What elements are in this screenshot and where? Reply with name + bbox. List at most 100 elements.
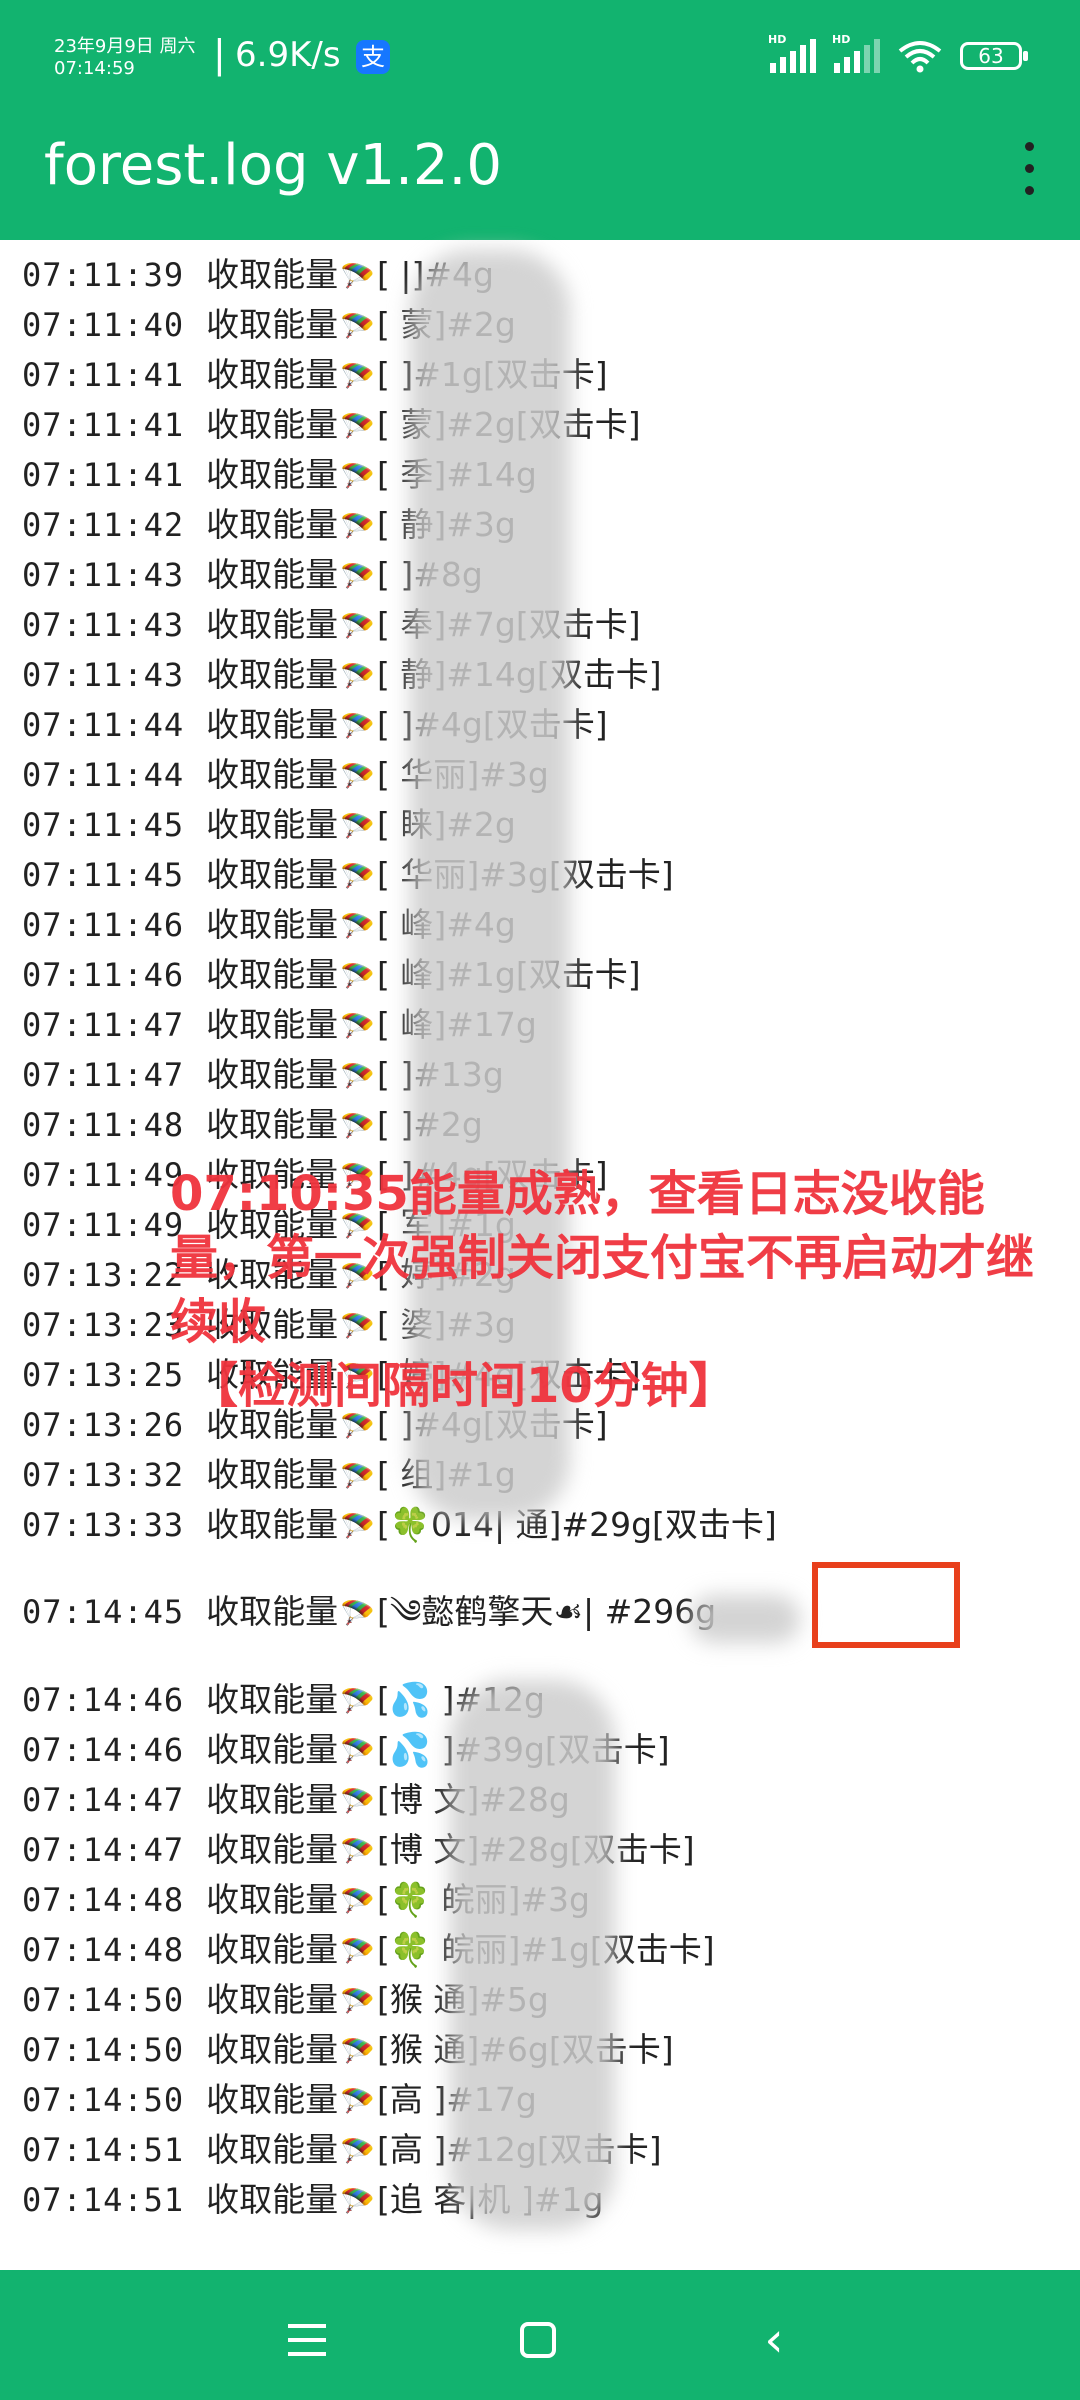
log-action: 收取能量 xyxy=(206,855,339,894)
network-speed: 6.9K/s xyxy=(235,35,341,75)
parachute-icon: 🪂 xyxy=(340,510,375,543)
log-time: 07:11:44 xyxy=(22,706,185,744)
log-time: 07:11:41 xyxy=(22,406,185,444)
parachute-icon: 🪂 xyxy=(340,1685,375,1718)
log-time: 07:14:47 xyxy=(22,1781,185,1819)
log-action: 收取能量 xyxy=(206,405,339,444)
parachute-icon: 🪂 xyxy=(340,760,375,793)
parachute-icon: 🪂 xyxy=(340,310,375,343)
status-time: 07:14:59 xyxy=(54,58,135,79)
log-action: 收取能量 xyxy=(206,455,339,494)
status-separator: | xyxy=(213,32,226,76)
parachute-icon: 🪂 xyxy=(340,1935,375,1968)
log-time: 07:13:23 xyxy=(22,1306,185,1344)
home-button[interactable] xyxy=(520,2322,556,2358)
alipay-notification-icon: 支 xyxy=(356,40,390,74)
log-action: 收取能量 xyxy=(206,1055,339,1094)
parachute-icon: 🪂 xyxy=(340,360,375,393)
status-right-icons: HD HD 63 xyxy=(768,33,1028,76)
log-line: 07:14:45 收取能量🪂[༄懿鹤擎天☙| #296g xyxy=(22,1587,716,1637)
more-options-button[interactable] xyxy=(998,132,1058,204)
log-time: 07:11:46 xyxy=(22,956,185,994)
red-annotation: 07:10:35能量成熟，查看日志没收能量，第一次强制关闭支付宝不再启动才继续收… xyxy=(170,1162,1050,1418)
log-action: 收取能量 xyxy=(206,1780,339,1819)
log-time: 07:13:22 xyxy=(22,1256,185,1294)
parachute-icon: 🪂 xyxy=(340,1010,375,1043)
log-time: 07:14:47 xyxy=(22,1831,185,1869)
log-time: 07:11:44 xyxy=(22,756,185,794)
log-time: 07:14:50 xyxy=(22,1981,185,2019)
log-time: 07:11:46 xyxy=(22,906,185,944)
parachute-icon: 🪂 xyxy=(340,860,375,893)
recent-apps-button[interactable] xyxy=(276,2310,336,2370)
log-action: 收取能量 xyxy=(206,505,339,544)
parachute-icon: 🪂 xyxy=(340,560,375,593)
parachute-icon: 🪂 xyxy=(340,1985,375,2018)
log-action: 收取能量 xyxy=(206,305,339,344)
status-bar: 23年9月9日 周六 07:14:59 | 6.9K/s 支 HD HD 63 xyxy=(0,0,1080,96)
log-action: 收取能量 xyxy=(206,1980,339,2019)
log-time: 07:11:40 xyxy=(22,306,185,344)
log-action: 收取能量 xyxy=(206,1730,339,1769)
log-action: 收取能量 xyxy=(206,255,339,294)
log-action: 收取能量 xyxy=(206,555,339,594)
log-action: 收取能量 xyxy=(206,1592,339,1631)
battery-icon: 63 xyxy=(960,42,1028,70)
parachute-icon: 🪂 xyxy=(340,460,375,493)
annotation-text: 07:10:35能量成熟，查看日志没收能量，第一次强制关闭支付宝不再启动才继续收 xyxy=(170,1166,1035,1350)
parachute-icon: 🪂 xyxy=(340,2085,375,2118)
log-time: 07:11:49 xyxy=(22,1206,185,1244)
parachute-icon: 🪂 xyxy=(340,1785,375,1818)
log-line: 07:13:33 收取能量🪂[🍀014| 通]#29g[双击卡] xyxy=(22,1500,777,1550)
log-time: 07:11:47 xyxy=(22,1056,185,1094)
status-date: 23年9月9日 周六 xyxy=(54,36,196,57)
menu-icon xyxy=(288,2324,326,2328)
log-action: 收取能量 xyxy=(206,2130,339,2169)
parachute-icon: 🪂 xyxy=(340,1060,375,1093)
back-button[interactable]: ‹ xyxy=(744,2310,804,2370)
log-time: 07:13:32 xyxy=(22,1456,185,1494)
annotation-subtext: 【检测间隔时间10分钟】 xyxy=(190,1358,737,1414)
log-time: 07:11:43 xyxy=(22,556,185,594)
navigation-bar: ‹ xyxy=(0,2270,1080,2400)
log-action: 收取能量 xyxy=(206,805,339,844)
highlight-box xyxy=(812,1562,960,1648)
parachute-icon: 🪂 xyxy=(340,2035,375,2068)
log-action: 收取能量 xyxy=(206,905,339,944)
log-time: 07:14:48 xyxy=(22,1881,185,1919)
log-time: 07:13:33 xyxy=(22,1506,185,1544)
log-time: 07:11:49 xyxy=(22,1156,185,1194)
log-action: 收取能量 xyxy=(206,2180,339,2219)
parachute-icon: 🪂 xyxy=(340,2135,375,2168)
log-time: 07:11:41 xyxy=(22,456,185,494)
parachute-icon: 🪂 xyxy=(340,410,375,443)
log-time: 07:14:51 xyxy=(22,2181,185,2219)
parachute-icon: 🪂 xyxy=(340,1460,375,1493)
signal-icon: HD xyxy=(768,33,816,73)
more-vert-icon xyxy=(1025,142,1034,151)
status-date-time: 23年9月9日 周六 07:14:59 xyxy=(54,36,196,80)
parachute-icon: 🪂 xyxy=(340,810,375,843)
parachute-icon: 🪂 xyxy=(340,1110,375,1143)
log-time: 07:14:46 xyxy=(22,1731,185,1769)
log-line: 07:11:45收取能量🪂[ 华丽]#3g[双击卡] xyxy=(22,850,674,900)
log-action: 收取能量 xyxy=(206,1505,339,1544)
parachute-icon: 🪂 xyxy=(340,710,375,743)
log-time: 07:14:45 xyxy=(22,1593,185,1631)
log-time: 07:14:48 xyxy=(22,1931,185,1969)
log-time: 07:14:46 xyxy=(22,1681,185,1719)
parachute-icon: 🪂 xyxy=(340,260,375,293)
log-action: 收取能量 xyxy=(206,1455,339,1494)
privacy-blur-mid xyxy=(690,1595,800,1643)
log-action: 收取能量 xyxy=(206,655,339,694)
log-time: 07:11:45 xyxy=(22,856,185,894)
app-title: forest.log v1.2.0 xyxy=(44,133,502,198)
log-time: 07:14:50 xyxy=(22,2031,185,2069)
log-time: 07:11:48 xyxy=(22,1106,185,1144)
privacy-blur-bottom xyxy=(450,1680,615,2230)
parachute-icon: 🪂 xyxy=(340,610,375,643)
signal-icon-2: HD xyxy=(832,33,880,73)
log-action: 收取能量 xyxy=(206,605,339,644)
log-time: 07:11:43 xyxy=(22,656,185,694)
log-time: 07:14:51 xyxy=(22,2131,185,2169)
